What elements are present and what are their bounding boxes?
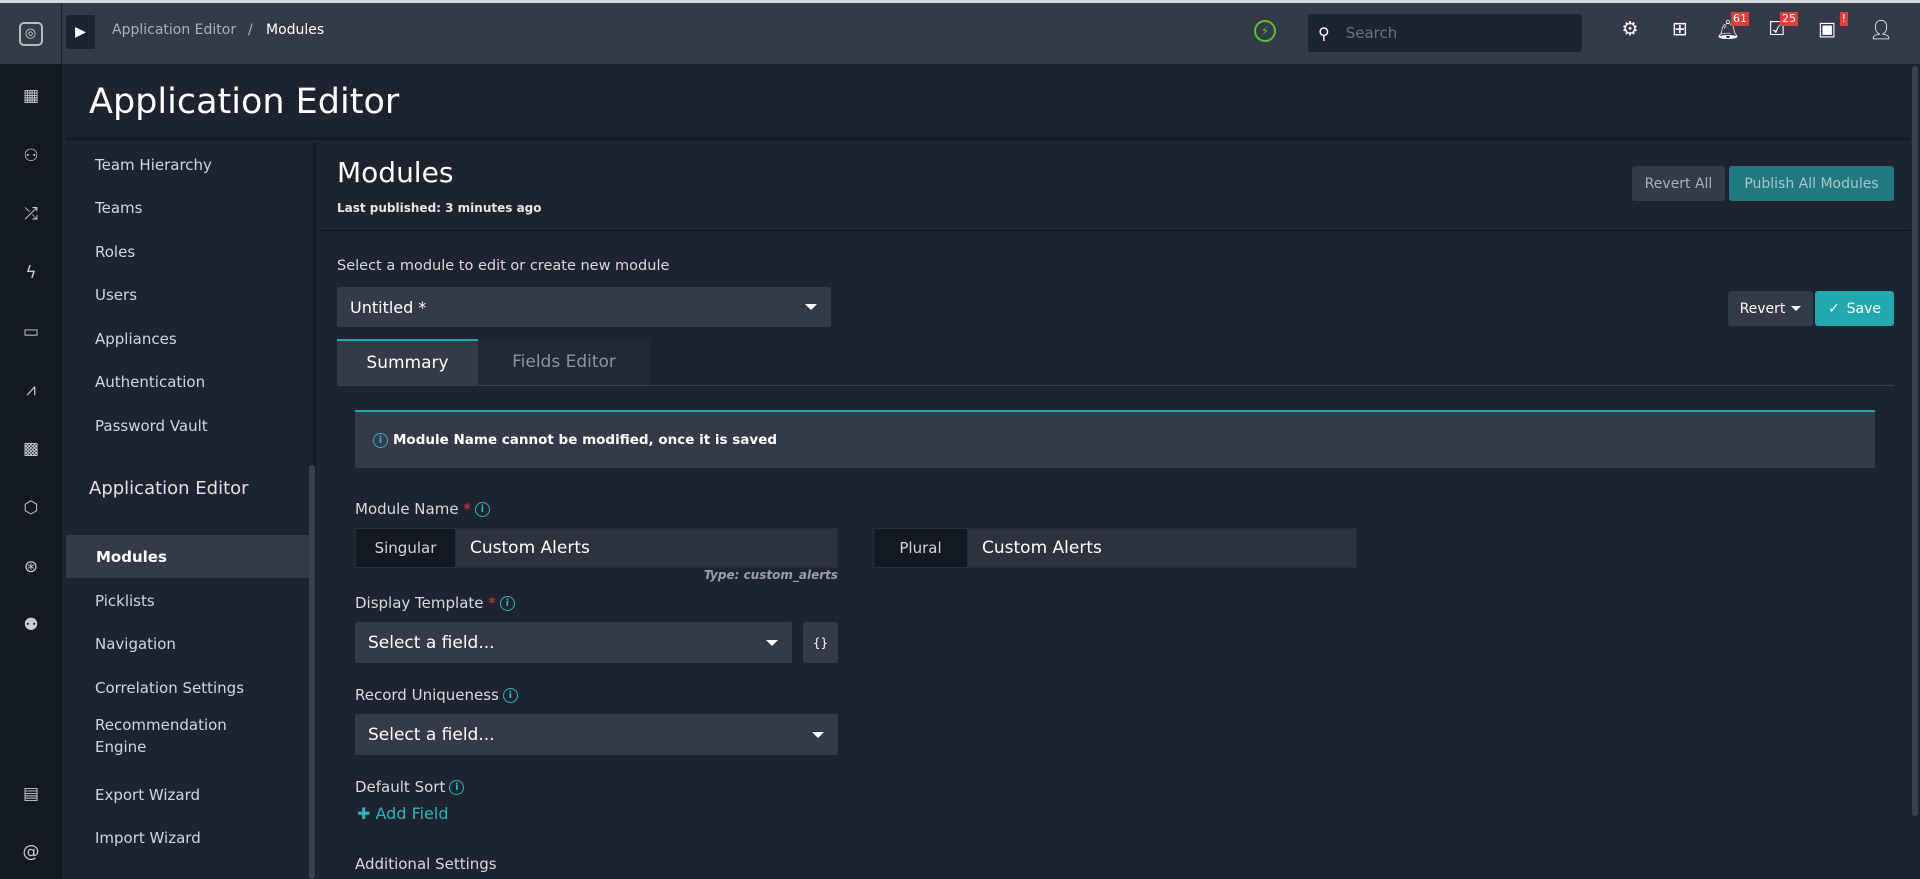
info-icon[interactable]: i: [502, 688, 518, 703]
singular-addon: Singular: [355, 528, 456, 568]
display-template-select[interactable]: Select a field...: [355, 622, 792, 663]
hierarchy-icon[interactable]: ⊞: [1665, 18, 1695, 40]
display-template-label: Display Template * i: [355, 594, 515, 612]
record-uniqueness-placeholder: Select a field...: [368, 724, 495, 745]
lightning-icon[interactable]: ϟ: [0, 263, 62, 283]
nav-item-export-wizard[interactable]: Export Wizard: [66, 773, 310, 816]
singular-name-input[interactable]: [455, 528, 838, 568]
breadcrumb-current: Modules: [266, 22, 325, 38]
nav-scrollbar[interactable]: [309, 465, 315, 879]
system-alert-badge: !: [1839, 12, 1848, 26]
header-divider: [320, 230, 1910, 231]
revert-all-button[interactable]: Revert All: [1632, 166, 1725, 201]
last-published: Last published: 3 minutes ago: [337, 201, 542, 215]
nav-item-modules[interactable]: Modules: [66, 535, 310, 578]
modules-title: Modules: [337, 156, 454, 189]
search-box[interactable]: ⚲: [1308, 14, 1582, 52]
users-icon[interactable]: ⚉: [0, 615, 62, 635]
sidebar-toggle-button[interactable]: ▶: [66, 15, 95, 49]
page-header: Application Editor: [66, 66, 1910, 140]
icon-rail: ▦ ⚇ ⤮ ϟ ▭ ⩘ ▩ ⬡ ⊛ ⚉ ▤ @: [0, 64, 62, 879]
nav-item-correlation-settings[interactable]: Correlation Settings: [66, 666, 310, 709]
tab-divider: [337, 385, 1894, 386]
cube-icon[interactable]: ⬡: [0, 498, 62, 518]
nav-item-navigation[interactable]: Navigation: [66, 622, 310, 665]
nav-item-team-hierarchy[interactable]: Team Hierarchy: [66, 143, 310, 186]
notifications-badge: 61: [1731, 12, 1749, 26]
nav-item-picklists[interactable]: Picklists: [66, 579, 310, 622]
add-field-link[interactable]: ✚ Add Field: [357, 804, 449, 823]
support-icon[interactable]: ⊛: [0, 557, 62, 577]
nav-item-users[interactable]: Users: [66, 273, 310, 316]
search-icon: ⚲: [1318, 23, 1330, 43]
apps-icon[interactable]: ▩: [0, 439, 62, 459]
dashboard-icon[interactable]: ▦: [0, 86, 62, 106]
info-icon[interactable]: i: [499, 596, 515, 611]
nav-item-roles[interactable]: Roles: [66, 230, 310, 273]
user-profile-icon[interactable]: 👤︎: [1866, 18, 1896, 41]
breadcrumb-separator: /: [248, 22, 253, 38]
save-label: Save: [1846, 300, 1882, 317]
template-expression-button[interactable]: {}: [803, 622, 838, 663]
app-logo[interactable]: ◎: [0, 3, 62, 64]
info-icon[interactable]: i: [474, 502, 490, 517]
chevron-down-icon: [812, 731, 824, 738]
save-button[interactable]: ✓ Save: [1815, 291, 1894, 326]
display-template-placeholder: Select a field...: [368, 632, 495, 653]
module-select[interactable]: Untitled *: [337, 287, 831, 327]
status-plug-icon[interactable]: ⚡: [1254, 20, 1276, 42]
info-banner: i Module Name cannot be modified, once it…: [355, 410, 1875, 468]
tab-fields-editor[interactable]: Fields Editor: [478, 339, 650, 385]
plural-addon: Plural: [873, 528, 968, 568]
at-sign-icon[interactable]: @: [0, 842, 62, 862]
revert-dropdown-button[interactable]: Revert: [1728, 291, 1813, 326]
breadcrumb-parent[interactable]: Application Editor: [112, 22, 236, 38]
play-icon: ▶: [75, 24, 86, 40]
nav-item-teams[interactable]: Teams: [66, 186, 310, 229]
nav-section-heading: Application Editor: [89, 478, 249, 499]
caret-down-icon: [1791, 306, 1802, 311]
plus-icon: ✚: [357, 804, 371, 823]
revert-label: Revert: [1739, 300, 1786, 317]
scrollbar-thumb[interactable]: [1912, 66, 1918, 816]
chevron-down-icon: [766, 639, 778, 646]
tab-summary[interactable]: Summary: [337, 339, 478, 385]
nav-item-authentication[interactable]: Authentication: [66, 360, 310, 403]
nav-item-appliances[interactable]: Appliances: [66, 317, 310, 360]
chart-icon[interactable]: ⩘: [0, 380, 62, 400]
chevron-down-icon: [805, 304, 817, 310]
default-sort-label: Default Sort i: [355, 778, 465, 796]
clipboard-icon[interactable]: ▤: [0, 784, 62, 804]
type-hint: Type: custom_alerts: [703, 568, 838, 582]
logo-icon: ◎: [18, 21, 43, 46]
plural-name-input[interactable]: [967, 528, 1357, 568]
nav-item-import-wizard[interactable]: Import Wizard: [66, 816, 310, 859]
additional-settings-label: Additional Settings: [355, 855, 497, 873]
record-uniqueness-select[interactable]: Select a field...: [355, 714, 838, 755]
team-icon[interactable]: ⚇: [0, 146, 62, 166]
record-uniqueness-label: Record Uniqueness i: [355, 686, 518, 704]
module-select-label: Select a module to edit or create new mo…: [337, 258, 670, 274]
module-name-label: Module Name * i: [355, 500, 490, 518]
nav-item-password-vault[interactable]: Password Vault: [66, 404, 310, 447]
notifications-bell-icon[interactable]: 🔔︎ 61: [1713, 12, 1749, 41]
info-icon[interactable]: i: [449, 780, 465, 795]
check-icon: ✓: [1827, 300, 1840, 317]
tasks-clipboard-icon[interactable]: ☑ 25: [1762, 12, 1798, 40]
tasks-badge: 25: [1780, 12, 1798, 26]
info-message: Module Name cannot be modified, once it …: [393, 432, 778, 448]
system-settings-icon[interactable]: ▣!: [1812, 12, 1848, 40]
scrollbar-track[interactable]: [1910, 64, 1920, 879]
briefcase-icon[interactable]: ▭: [0, 322, 62, 342]
shuffle-icon[interactable]: ⤮: [0, 204, 62, 224]
page-title: Application Editor: [89, 81, 400, 122]
nav-item-recommendation-engine[interactable]: Recommendation Engine: [66, 714, 266, 757]
settings-gear-icon[interactable]: ⚙: [1615, 18, 1645, 40]
publish-all-modules-button[interactable]: Publish All Modules: [1729, 166, 1894, 201]
search-input[interactable]: [1345, 24, 1546, 42]
settings-nav: Team Hierarchy Teams Roles Users Applian…: [66, 143, 316, 879]
module-select-value: Untitled *: [350, 297, 427, 317]
info-icon: i: [373, 432, 388, 448]
